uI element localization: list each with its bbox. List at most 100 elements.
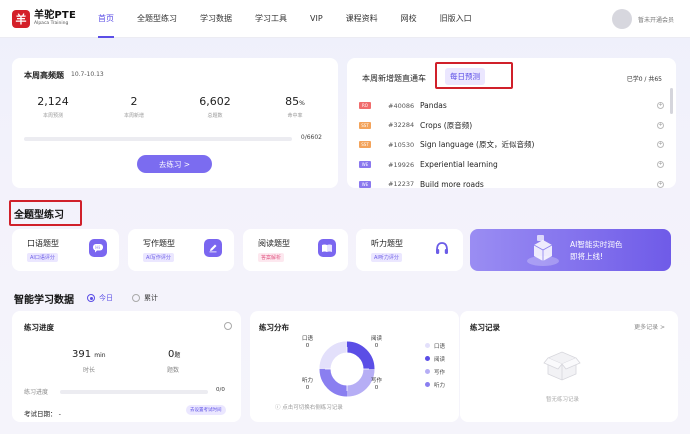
question-title: Pandas	[420, 101, 447, 111]
legend-item[interactable]: 写作	[425, 365, 445, 378]
question-id: #32284	[388, 121, 415, 130]
stat-predicted: 2,124 本周预测	[23, 95, 83, 119]
logo-subtitle: Alpaca Training	[34, 20, 69, 26]
count-value: 0题	[168, 349, 180, 360]
question-row[interactable]: WE #12237 Build more roads +	[359, 174, 664, 194]
question-title: Crops (原音频)	[420, 120, 473, 130]
type-card-listening[interactable]: 听力题型 AI听力评分	[356, 229, 463, 271]
settings-icon[interactable]	[224, 322, 232, 330]
progress-bar-value: 0/0	[216, 387, 225, 393]
legend-item[interactable]: 口语	[425, 339, 445, 352]
nav-all-types[interactable]: 全题型练习	[137, 0, 177, 38]
question-row[interactable]: WE #19926 Experiential learning +	[359, 155, 664, 175]
add-icon[interactable]: +	[657, 121, 664, 129]
type-card-reading[interactable]: 阅读题型 答案解析	[243, 229, 348, 271]
distribution-donut[interactable]	[317, 339, 377, 399]
dist-label-name: 听力	[302, 378, 314, 384]
nav-online-school[interactable]: 网校	[401, 0, 417, 38]
stat-label: 本周预测	[42, 113, 63, 119]
question-type-badge: SST	[359, 121, 371, 129]
user-menu[interactable]: 暂未开通会员	[611, 9, 674, 29]
legend-dot	[425, 356, 430, 361]
ai-polish-banner[interactable]: AI智能实时润色 即将上线!	[470, 229, 671, 271]
duration-value: 391 min	[72, 349, 106, 360]
question-type-badge: WE	[359, 161, 371, 169]
legend-label: 写作	[434, 369, 446, 376]
practice-progress-card: 练习进度 391 min 时长 0题 题数 练习进度 0/0 考试日期： - 去…	[12, 311, 241, 422]
dist-label-value: 0	[374, 385, 379, 391]
radio-label: 累计	[144, 294, 158, 302]
question-type-badge: WE	[359, 180, 371, 188]
dist-label-reading: 阅读 0	[371, 336, 382, 350]
stat-label: 命中率	[287, 113, 303, 119]
avatar[interactable]	[611, 9, 632, 29]
exam-date: 考试日期： -	[24, 410, 61, 418]
type-label: 口语题型	[27, 239, 59, 248]
progress-bar-label: 练习进度	[24, 389, 49, 396]
nav-learning-data[interactable]: 学习数据	[200, 0, 232, 38]
stat-label: 总题数	[207, 113, 223, 119]
add-icon[interactable]: +	[657, 161, 664, 169]
type-tag: AI口语评分	[27, 253, 58, 262]
headphones-icon	[433, 239, 451, 257]
question-row[interactable]: SST #10530 Sign language (原文，近似音频) +	[359, 135, 664, 155]
highlight-box	[435, 62, 513, 89]
question-type-badge: SST	[359, 141, 371, 149]
ai-banner-line2: 即将上线!	[570, 252, 604, 261]
legend-item[interactable]: 阅读	[425, 352, 445, 365]
type-card-speaking[interactable]: 口语题型 AI口语评分 Hi	[12, 229, 119, 271]
speech-bubble-icon: Hi	[89, 239, 107, 257]
weekly-high-freq-card: 本周高频题 10.7-10.13 2,124 本周预测 2 本周新增 6,602…	[12, 58, 338, 188]
smart-data-title: 智能学习数据	[14, 295, 74, 306]
legend-label: 阅读	[434, 356, 446, 363]
radio-dot	[87, 294, 95, 302]
question-row[interactable]: RO #40086 Pandas +	[359, 96, 664, 116]
type-tag: 答案解析	[258, 253, 285, 262]
weekly-title: 本周高频题	[24, 71, 64, 80]
radio-cumulative[interactable]: 累计	[132, 293, 158, 303]
question-row[interactable]: SST #32284 Crops (原音频) +	[359, 116, 664, 136]
set-exam-date-button[interactable]: 去设置考试时间	[186, 405, 226, 415]
dist-label-value: 0	[305, 343, 310, 349]
nav-tools[interactable]: 学习工具	[255, 0, 287, 38]
stat-value: 2,124	[37, 95, 69, 108]
nav-vip[interactable]: VIP	[310, 0, 323, 38]
logo-title: 羊驼PTE	[34, 9, 76, 21]
records-title: 练习记录	[470, 323, 500, 332]
legend-dot	[425, 343, 430, 348]
ai-cube-illustration	[527, 235, 559, 266]
duration-unit: min	[94, 352, 106, 359]
stat-hit-rate: 85% 命中率	[265, 95, 325, 119]
main-nav: 首页 全题型练习 学习数据 学习工具 VIP 课程资料 网校 旧版入口	[98, 0, 495, 38]
question-id: #10530	[388, 140, 415, 149]
radio-today[interactable]: 今日	[87, 293, 113, 303]
legend-item[interactable]: 听力	[425, 378, 445, 391]
question-id: #40086	[388, 101, 415, 110]
add-icon[interactable]: +	[657, 102, 664, 110]
list-scrollbar[interactable]	[670, 88, 673, 114]
nav-old-version[interactable]: 旧版入口	[440, 0, 472, 38]
logo-mark: 羊	[12, 9, 30, 28]
book-icon	[318, 239, 336, 257]
dist-label-listening: 听力 0	[302, 378, 313, 392]
nav-course-materials[interactable]: 课程资料	[346, 0, 378, 38]
logo[interactable]: 羊 羊驼PTE Alpaca Training	[12, 9, 88, 28]
new-questions-title[interactable]: 本周新增题直通车	[362, 73, 426, 84]
add-icon[interactable]: +	[657, 141, 664, 149]
empty-records-text: 暂无练习记录	[546, 397, 580, 403]
type-card-writing[interactable]: 写作题型 AI写作评分	[128, 229, 234, 271]
type-label: 听力题型	[371, 239, 403, 248]
weekly-progress-text: 0/6602	[300, 134, 322, 141]
go-practice-button[interactable]: 去练习 >	[137, 155, 212, 173]
more-records-link[interactable]: 更多记录 >	[634, 322, 665, 331]
add-icon[interactable]: +	[657, 180, 664, 188]
distribution-tip: ⓘ 点击可切换右侧练习记录	[275, 405, 343, 411]
duration-label: 时长	[83, 367, 96, 374]
count-label: 题数	[167, 367, 180, 374]
count-unit: 题	[174, 352, 181, 359]
dist-label-name: 阅读	[371, 336, 383, 342]
legend-dot	[425, 382, 430, 387]
nav-home[interactable]: 首页	[98, 0, 114, 38]
practice-distribution-card: 练习分布 口语 0 阅读 0 听力 0 写作 0 口语 阅读 写作 听力 ⓘ 点击可切换…	[250, 311, 459, 422]
membership-status: 暂未开通会员	[637, 16, 674, 24]
